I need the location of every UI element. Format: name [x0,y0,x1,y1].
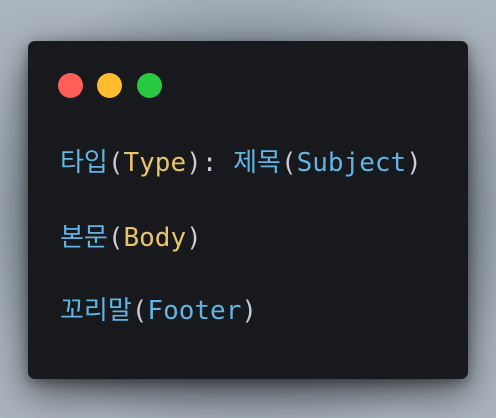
footer-value: Footer [147,296,242,326]
code-line-body: 본문(Body) [60,223,202,253]
subject-label: 제목 [233,148,281,178]
open-paren: ( [280,148,297,178]
body-value: Body [123,223,187,253]
type-label: 타입 [60,148,108,178]
close-paren-colon: ): [186,148,218,178]
open-paren: ( [107,148,124,178]
minimize-window-button[interactable] [97,73,122,98]
body-label: 본문 [60,223,108,253]
type-value: Type [123,148,187,178]
close-paren: ) [241,296,257,326]
code-line-type-subject: 타입(Type): 제목(Subject) [60,148,422,178]
close-paren: ) [186,223,202,253]
open-paren: ( [107,223,124,253]
subject-value: Subject [296,148,407,178]
open-paren: ( [131,296,148,326]
close-window-button[interactable] [58,73,83,98]
footer-label: 꼬리말 [60,296,132,326]
code-line-footer: 꼬리말(Footer) [60,296,257,326]
code-window [28,41,468,379]
close-paren: ) [406,148,422,178]
maximize-window-button[interactable] [137,73,162,98]
